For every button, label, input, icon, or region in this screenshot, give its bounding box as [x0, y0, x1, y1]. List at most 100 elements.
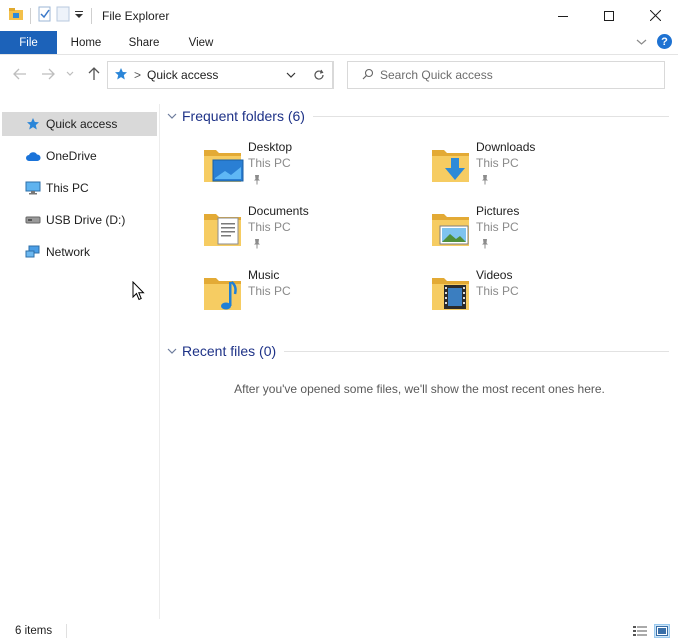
mouse-cursor-icon [132, 281, 145, 301]
large-icons-view-button[interactable] [654, 624, 670, 638]
folder-location: This PC [248, 156, 291, 170]
breadcrumb-separator: > [134, 68, 142, 82]
content-pane: Frequent folders (6) Desktop This PC Dow… [161, 104, 678, 619]
expand-ribbon-icon[interactable] [636, 35, 647, 49]
chevron-down-icon [167, 113, 177, 119]
large-icons-view-icon [656, 626, 668, 636]
tab-home[interactable]: Home [57, 31, 115, 54]
address-bar[interactable]: > Quick access [107, 61, 333, 89]
usb-drive-icon [24, 212, 42, 228]
back-button[interactable] [12, 66, 28, 82]
quick-access-toolbar [0, 6, 96, 25]
star-icon [24, 116, 42, 132]
help-button[interactable]: ? [657, 34, 672, 49]
pictures-folder-icon [432, 214, 469, 246]
recent-files-header[interactable]: Recent files (0) [167, 343, 669, 359]
folder-name: Videos [476, 268, 513, 282]
item-count: 6 items [15, 625, 53, 637]
group-divider [312, 115, 669, 117]
sidebar-item-label: This PC [46, 181, 89, 195]
explorer-app-icon [8, 6, 24, 25]
network-icon [24, 244, 42, 260]
folder-item-documents[interactable]: Documents This PC [201, 202, 401, 258]
tab-view[interactable]: View [173, 31, 229, 54]
computer-icon [24, 180, 42, 196]
up-button[interactable] [86, 66, 102, 82]
close-button[interactable] [632, 0, 678, 31]
sidebar-item-usb-drive[interactable]: USB Drive (D:) [2, 208, 157, 232]
videos-folder-icon [432, 278, 469, 310]
cloud-icon [24, 148, 42, 164]
address-dropdown-button[interactable] [284, 68, 298, 82]
folder-name: Downloads [476, 140, 536, 154]
tab-file[interactable]: File [0, 31, 57, 54]
minimize-icon [558, 15, 568, 17]
window-title: File Explorer [102, 8, 170, 23]
folder-item-desktop[interactable]: Desktop This PC [201, 138, 401, 194]
folder-item-music[interactable]: Music This PC [201, 266, 401, 322]
folder-location: This PC [476, 284, 519, 298]
folder-name: Desktop [248, 140, 293, 154]
recent-files-empty-message: After you've opened some files, we'll sh… [234, 382, 605, 396]
music-folder-icon [204, 278, 241, 310]
forward-arrow-icon [42, 68, 55, 80]
sidebar-item-label: OneDrive [46, 149, 97, 163]
pin-icon [482, 175, 488, 185]
group-title: Recent files (0) [182, 343, 277, 359]
sidebar-item-label: Quick access [46, 117, 118, 131]
status-bar: 6 items [0, 619, 678, 643]
search-icon [362, 68, 374, 83]
downloads-folder-icon [432, 150, 469, 182]
documents-folder-icon [204, 214, 241, 246]
sidebar-item-network[interactable]: Network [2, 240, 157, 264]
details-view-button[interactable] [632, 624, 648, 638]
view-toggle-group [632, 624, 670, 638]
chevron-down-icon [66, 71, 74, 76]
sidebar-item-quick-access[interactable]: Quick access [2, 112, 157, 136]
details-view-icon [633, 626, 647, 636]
tab-share[interactable]: Share [115, 31, 173, 54]
folder-item-downloads[interactable]: Downloads This PC [429, 138, 629, 194]
forward-button[interactable] [40, 66, 56, 82]
maximize-button[interactable] [586, 0, 632, 31]
maximize-icon [604, 10, 614, 21]
search-input[interactable] [380, 68, 640, 82]
sidebar-item-onedrive[interactable]: OneDrive [2, 144, 157, 168]
ribbon-tabs: File Home Share View ? [0, 31, 678, 55]
pin-icon [254, 175, 260, 185]
folder-name: Pictures [476, 204, 520, 218]
folder-item-videos[interactable]: Videos This PC [429, 266, 629, 322]
folder-location: This PC [248, 220, 291, 234]
folder-name: Documents [248, 204, 309, 218]
refresh-button[interactable] [304, 61, 334, 89]
status-separator [66, 624, 68, 638]
desktop-folder-icon [204, 150, 244, 182]
window-controls [540, 0, 678, 31]
star-icon [114, 67, 128, 84]
back-arrow-icon [13, 68, 26, 80]
recent-locations-button[interactable] [64, 66, 76, 82]
folder-location: This PC [476, 220, 519, 234]
navigation-pane: Quick access OneDrive This PC USB Drive … [0, 104, 160, 619]
ribbon-right-controls: ? [636, 34, 672, 49]
search-box[interactable] [347, 61, 665, 89]
folder-location: This PC [248, 284, 291, 298]
pin-icon [254, 239, 260, 249]
pin-icon [482, 239, 488, 249]
breadcrumb-location[interactable]: Quick access [147, 68, 218, 82]
folder-item-pictures[interactable]: Pictures This PC [429, 202, 629, 258]
properties-icon[interactable] [37, 6, 53, 25]
minimize-button[interactable] [540, 0, 586, 31]
chevron-down-icon [286, 72, 296, 78]
folder-location: This PC [476, 156, 519, 170]
sidebar-item-label: Network [46, 245, 91, 259]
qat-dropdown-icon[interactable] [73, 6, 85, 25]
sidebar-item-this-pc[interactable]: This PC [2, 176, 157, 200]
group-divider [284, 350, 669, 352]
close-icon [649, 10, 661, 21]
chevron-down-icon [167, 348, 177, 354]
frequent-folders-header[interactable]: Frequent folders (6) [167, 108, 669, 124]
qat-separator [91, 7, 92, 24]
folder-name: Music [248, 268, 280, 282]
new-folder-icon[interactable] [55, 6, 71, 25]
